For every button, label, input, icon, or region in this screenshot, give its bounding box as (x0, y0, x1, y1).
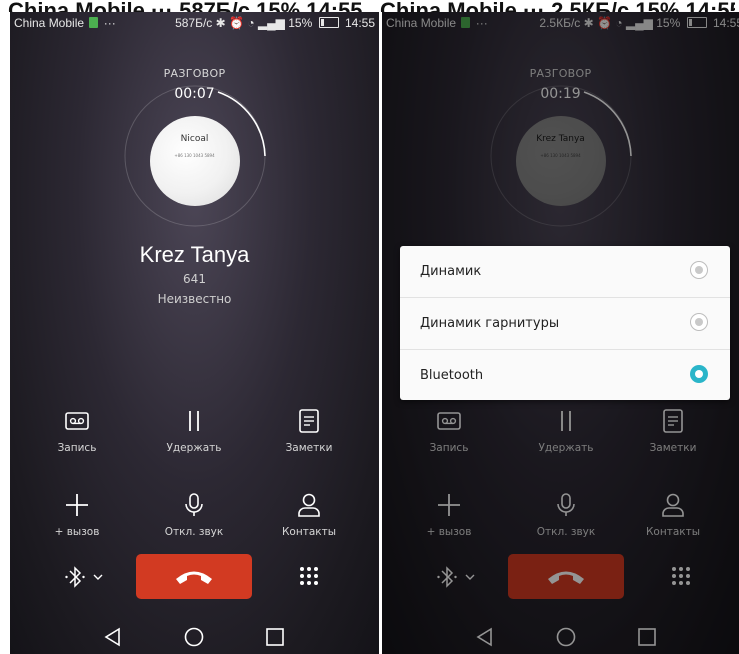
signal-icon: ▂▄▆ (257, 16, 285, 30)
photo-name: Nicoal (180, 134, 209, 144)
call-actions: Запись Удержать Заметки + вызов Откл. зв… (10, 408, 379, 548)
chevron-down-icon (93, 574, 103, 580)
microphone-icon (185, 493, 203, 516)
audio-option-headset[interactable]: Динамик гарнитуры (400, 298, 730, 350)
alarm-icon: ⏰ (229, 16, 244, 30)
call-state-label: РАЗГОВОР (163, 67, 226, 80)
record-label: Запись (57, 442, 97, 454)
caption-left: China Mobile ··· 587Б/с 15% 14:55 (8, 0, 368, 12)
status-bar: China Mobile ··· 587Б/с ✱ ⏰ ◔ ▂▄▆ 15% 14… (10, 12, 379, 34)
contacts-button[interactable]: Контакты (254, 492, 364, 538)
radio-unselected-icon[interactable] (690, 313, 708, 331)
plus-icon (66, 494, 88, 516)
notes-icon (299, 409, 319, 433)
wifi-icon: ◔ (247, 16, 255, 30)
photo-number: +86 130 1043 5894 (174, 153, 215, 158)
audio-output-menu: Динамик Динамик гарнитуры Bluetooth (400, 246, 730, 400)
audio-option-label: Bluetooth (420, 368, 484, 383)
bluetooth-icon (65, 566, 85, 588)
call-screen-left: China Mobile ··· 587Б/с ✱ ⏰ ◔ ▂▄▆ 15% 14… (10, 12, 379, 654)
end-call-button[interactable] (136, 554, 252, 599)
contact-status: Неизвестно (157, 292, 232, 306)
caption-right: China Mobile ··· 2.5КБ/с 15% 14:55 (380, 0, 735, 12)
add-call-label: + вызов (54, 526, 100, 538)
notes-label: Заметки (285, 442, 333, 454)
dialpad-icon[interactable] (298, 565, 320, 587)
hold-button[interactable]: Удержать (139, 408, 249, 454)
battery-icon (318, 17, 339, 28)
sim-icon (89, 17, 99, 28)
hold-label: Удержать (166, 442, 222, 454)
contact-photo: Nicoal +86 130 1043 5894 (149, 116, 240, 206)
mute-label: Откл. звук (164, 526, 224, 538)
call-screen-right: China Mobile ··· 2.5КБ/с ✱ ⏰ ◔ ▂▄▆ 15% 1… (382, 12, 739, 654)
status-time: 14:55 (344, 16, 375, 30)
mute-button[interactable]: Откл. звук (139, 492, 249, 538)
voicemail-icon (65, 412, 89, 430)
home-icon[interactable] (183, 626, 205, 648)
pause-icon (189, 411, 199, 431)
navigation-bar (10, 618, 379, 654)
contact-number: 641 (183, 272, 206, 286)
recents-icon[interactable] (264, 626, 286, 648)
add-call-button[interactable]: + вызов (22, 492, 132, 538)
network-speed: 587Б/с (175, 16, 213, 30)
audio-option-bluetooth[interactable]: Bluetooth (400, 350, 730, 400)
bluetooth-icon: ✱ (215, 16, 226, 30)
battery-percent: 15% (288, 16, 313, 30)
contact-name: Krez Tanya (139, 242, 250, 267)
carrier-name: China Mobile (14, 16, 85, 30)
audio-option-speaker[interactable]: Динамик (400, 246, 730, 298)
audio-option-label: Динамик гарнитуры (420, 316, 560, 331)
record-button[interactable]: Запись (22, 408, 132, 454)
phone-end-icon (176, 571, 212, 584)
audio-route-button[interactable] (62, 565, 112, 589)
back-icon[interactable] (102, 626, 124, 648)
person-icon (298, 493, 320, 517)
audio-option-label: Динамик (420, 264, 482, 279)
radio-unselected-icon[interactable] (690, 261, 708, 279)
call-bottom-row (10, 554, 379, 600)
notes-button[interactable]: Заметки (254, 408, 364, 454)
more-notifications-icon: ··· (103, 16, 116, 30)
radio-selected-icon[interactable] (690, 365, 708, 383)
contacts-label: Контакты (281, 526, 337, 538)
